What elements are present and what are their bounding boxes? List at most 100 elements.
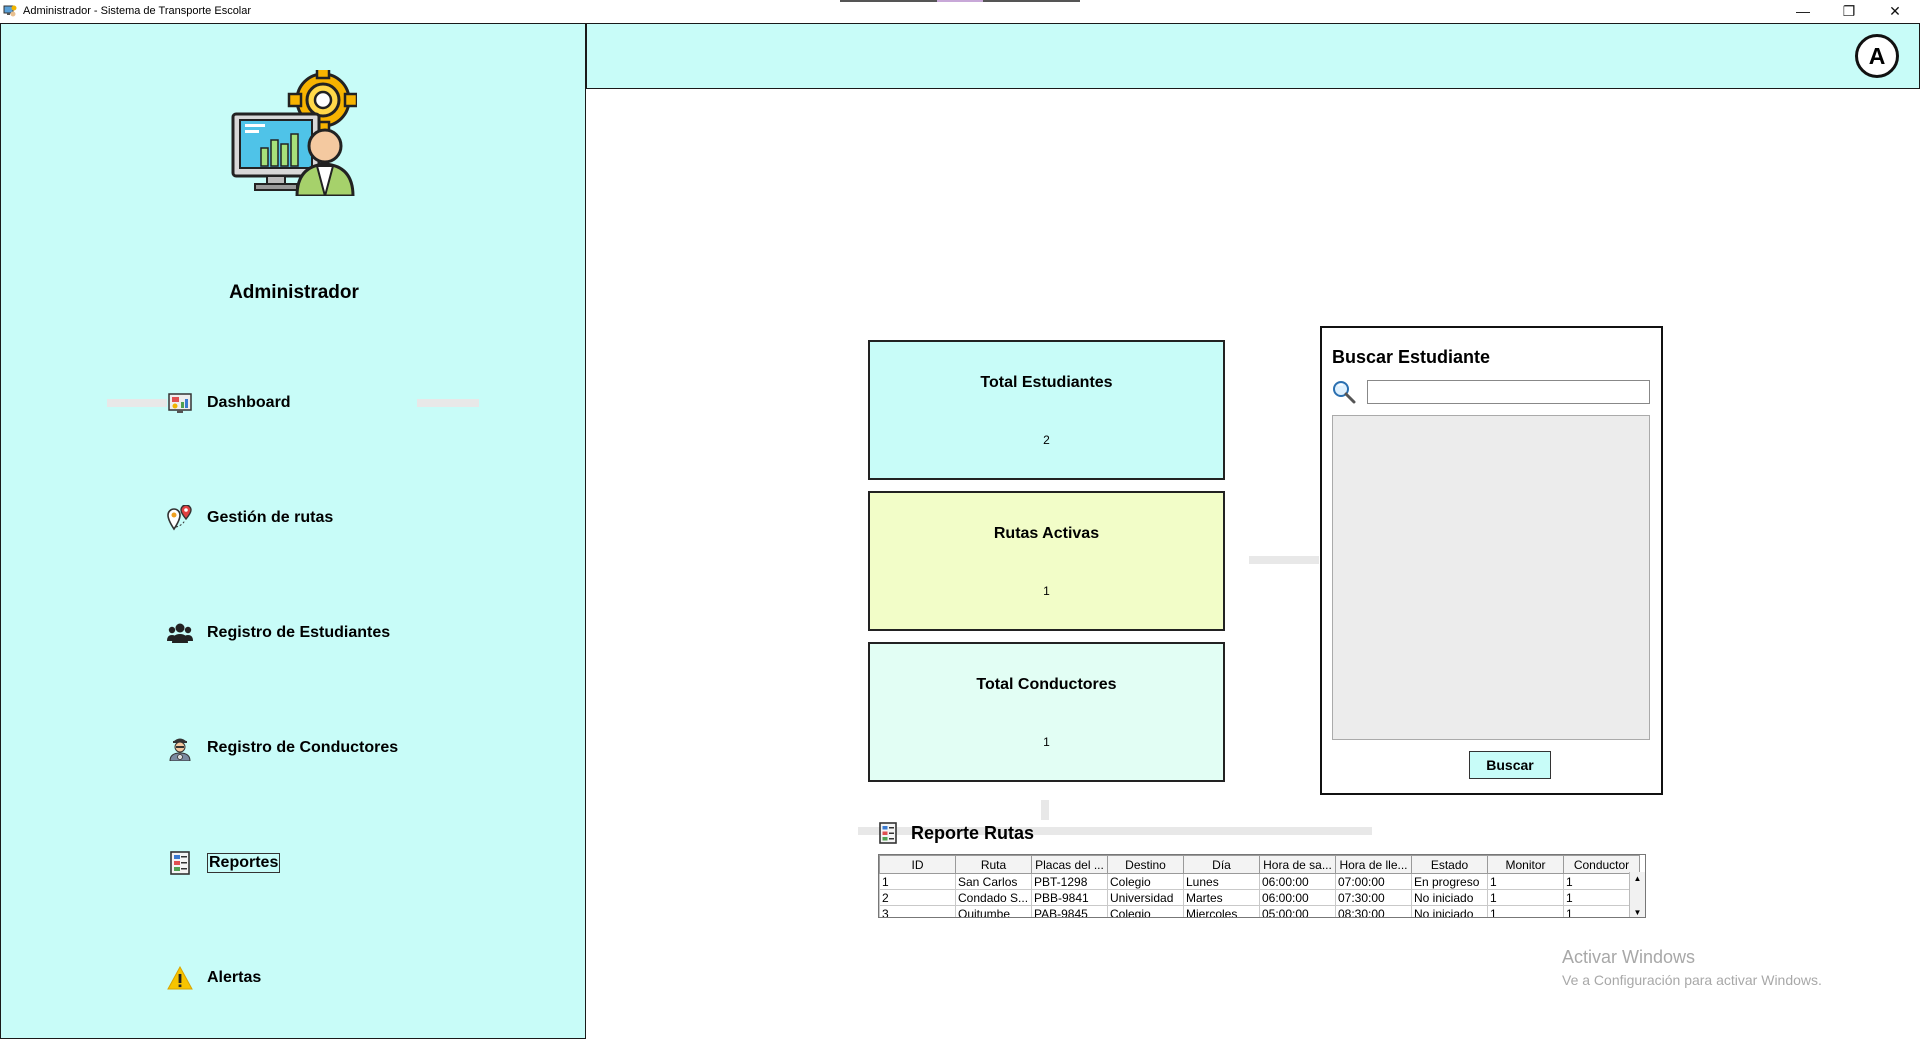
table-cell: No iniciado [1411,905,1488,917]
table-cell: 06:00:00 [1259,873,1336,890]
table-cell: Miercoles [1183,905,1260,917]
card-value: 1 [1043,584,1050,598]
layout-separator [1249,556,1319,564]
sidebar: Administrador Dashboard Gestión de rutas… [0,23,586,1039]
route-pins-icon [167,505,193,531]
column-header[interactable]: Día [1183,855,1260,874]
report-table: ID Ruta Placas del ... Destino Día Hora … [879,855,1640,917]
search-button[interactable]: Buscar [1469,751,1551,779]
column-header[interactable]: Conductor [1563,855,1640,874]
table-cell: Lunes [1183,873,1260,890]
drag-ghost-left [107,399,167,407]
sidebar-item-label: Dashboard [207,394,291,411]
minimize-button[interactable]: — [1780,0,1826,22]
sidebar-item-reportes[interactable]: Reportes [167,848,281,878]
students-group-icon [167,620,193,646]
table-cell: PBT-1298 [1031,873,1108,890]
table-cell: 3 [879,905,956,917]
dashboard-icon [167,390,193,416]
table-cell: Condado S... [955,889,1032,906]
column-header[interactable]: Destino [1107,855,1184,874]
card-title: Rutas Activas [993,525,1100,542]
app-icon [3,5,17,17]
sidebar-item-alertas[interactable]: Alertas [167,963,261,993]
search-panel-title: Buscar Estudiante [1332,347,1491,367]
table-cell: Universidad [1107,889,1184,906]
table-cell: Quitumbe [955,905,1032,917]
scroll-down-icon[interactable]: ▼ [1630,906,1645,917]
sidebar-item-label: Alertas [207,969,262,986]
drag-ghost-right [417,399,479,407]
report-icon [167,850,193,876]
column-header[interactable]: Ruta [955,855,1032,874]
table-cell: 1 [1487,905,1564,917]
minimize-icon: — [1796,3,1810,19]
search-input[interactable] [1367,380,1650,404]
top-header: A [586,23,1920,89]
sidebar-item-label: Gestión de rutas [207,509,334,526]
column-header[interactable]: Estado [1411,855,1488,874]
sidebar-item-label: Registro de Conductores [207,739,399,756]
card-value: 2 [1043,433,1050,447]
sidebar-item-registro-conductores[interactable]: Registro de Conductores [167,733,398,763]
column-header[interactable]: Hora de lle... [1335,855,1412,874]
card-value: 1 [1043,735,1050,749]
report-table-container[interactable]: ID Ruta Placas del ... Destino Día Hora … [878,854,1646,918]
table-cell: 06:00:00 [1259,889,1336,906]
table-cell: PAB-9845 [1031,905,1108,917]
report-title: Reporte Rutas [911,822,1035,843]
scroll-up-icon[interactable]: ▲ [1630,872,1645,884]
admin-name: Administrador [229,282,359,303]
user-avatar-button[interactable]: A [1855,34,1899,78]
column-header[interactable]: ID [879,855,956,874]
table-cell: 1 [1487,873,1564,890]
table-cell: 07:00:00 [1335,873,1412,890]
table-row[interactable]: 1 San Carlos PBT-1298 Colegio Lunes 06:0… [879,873,1640,890]
restore-icon: ❐ [1842,2,1856,19]
layout-separator [1041,800,1049,820]
driver-icon [167,735,193,761]
window-title-bar: Administrador - Sistema de Transporte Es… [0,0,1920,23]
report-icon [879,822,897,844]
sidebar-item-label: Registro de Estudiantes [207,624,391,641]
user-initial: A [1868,42,1886,69]
table-cell: 1 [1487,889,1564,906]
card-title: Total Estudiantes [980,374,1113,391]
table-cell: En progreso [1411,873,1488,890]
sidebar-item-registro-estudiantes[interactable]: Registro de Estudiantes [167,618,390,648]
column-header[interactable]: Placas del ... [1031,855,1108,874]
activation-watermark-title: Activar Windows [1562,947,1696,967]
sidebar-item-label: Reportes [207,853,281,873]
card-total-estudiantes: Total Estudiantes 2 [868,340,1225,480]
table-header-row: ID Ruta Placas del ... Destino Día Hora … [879,855,1640,874]
card-rutas-activas: Rutas Activas 1 [868,491,1225,631]
sidebar-item-gestion-rutas[interactable]: Gestión de rutas [167,503,333,533]
table-scrollbar[interactable]: ▲ ▼ [1629,872,1645,917]
close-icon: ✕ [1889,2,1901,19]
table-cell: 07:30:00 [1335,889,1412,906]
table-cell: 05:00:00 [1259,905,1336,917]
card-total-conductores: Total Conductores 1 [868,642,1225,782]
column-header[interactable]: Hora de sa... [1259,855,1336,874]
table-cell: 2 [879,889,956,906]
sidebar-item-dashboard[interactable]: Dashboard [167,388,291,418]
table-cell: No iniciado [1411,889,1488,906]
search-icon [1333,381,1356,404]
close-button[interactable]: ✕ [1872,0,1918,22]
warning-icon [167,965,193,991]
window-title: Administrador - Sistema de Transporte Es… [23,5,252,17]
card-title: Total Conductores [976,676,1117,693]
title-bar-handle [840,0,1080,2]
search-student-panel: Buscar Estudiante Buscar [1320,326,1663,795]
table-cell: San Carlos [955,873,1032,890]
search-results-area[interactable] [1332,415,1650,740]
restore-button[interactable]: ❐ [1826,0,1872,22]
table-row[interactable]: 2 Condado S... PBB-9841 Universidad Mart… [879,889,1640,906]
table-cell: Colegio [1107,873,1184,890]
column-header[interactable]: Monitor [1487,855,1564,874]
report-header: Reporte Rutas [879,821,1034,845]
admin-logo-icon [231,70,357,196]
table-cell: PBB-9841 [1031,889,1108,906]
table-row[interactable]: 3 Quitumbe PAB-9845 Colegio Miercoles 05… [879,905,1640,917]
table-cell: Colegio [1107,905,1184,917]
